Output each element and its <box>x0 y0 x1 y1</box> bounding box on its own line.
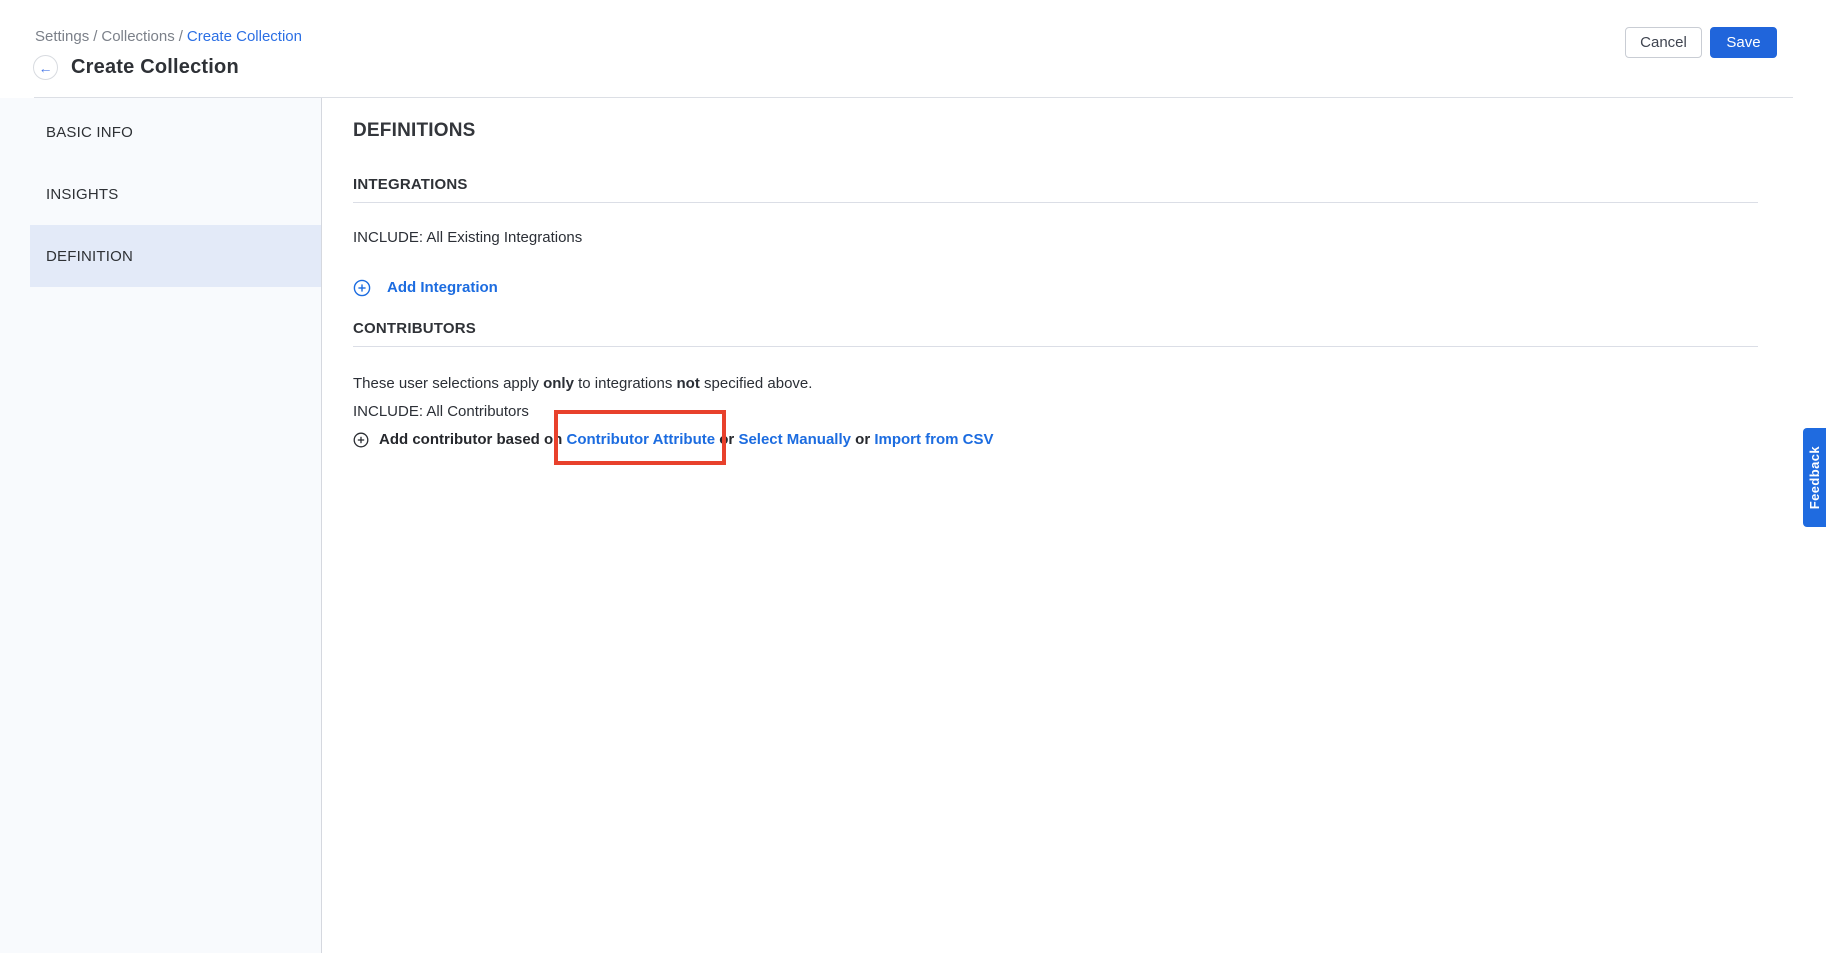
add-integration-label: Add Integration <box>387 279 498 297</box>
contributors-section-label: CONTRIBUTORS <box>353 319 1758 339</box>
contributors-divider <box>353 346 1758 347</box>
or-separator: or <box>851 431 874 448</box>
breadcrumb-current[interactable]: Create Collection <box>187 28 302 45</box>
add-contributor-row: Add contributor based on Contributor Att… <box>353 431 1758 449</box>
note-bold-not: not <box>677 375 700 392</box>
back-button[interactable]: ← <box>33 55 58 80</box>
or-separator: or <box>715 431 738 448</box>
breadcrumb-separator: / <box>89 28 101 45</box>
note-text: specified above. <box>700 375 813 392</box>
sidebar: BASIC INFO INSIGHTS DEFINITION <box>0 98 322 953</box>
contributor-attribute-link[interactable]: Contributor Attribute <box>567 431 716 448</box>
note-bold-only: only <box>543 375 574 392</box>
breadcrumb-collections[interactable]: Collections <box>101 28 174 45</box>
integrations-divider <box>353 202 1758 203</box>
title-row: ← Create Collection <box>33 55 239 80</box>
add-integration-button[interactable]: Add Integration <box>353 279 1758 297</box>
sidebar-item-insights[interactable]: INSIGHTS <box>30 163 321 225</box>
sidebar-item-definition[interactable]: DEFINITION <box>30 225 321 287</box>
breadcrumb-separator: / <box>175 28 187 45</box>
plus-circle-icon <box>353 432 369 448</box>
note-text: to integrations <box>574 375 677 392</box>
feedback-tab[interactable]: Feedback <box>1803 428 1826 527</box>
plus-circle-icon <box>353 279 371 297</box>
breadcrumb: Settings/Collections/Create Collection <box>35 28 302 45</box>
contributors-include-line: INCLUDE: All Contributors <box>353 403 1758 421</box>
page-header: Settings/Collections/Create Collection ←… <box>0 0 1826 98</box>
definitions-heading: DEFINITIONS <box>353 120 1758 142</box>
select-manually-link[interactable]: Select Manually <box>738 431 851 448</box>
contributors-note: These user selections apply only to inte… <box>353 375 1758 393</box>
sidebar-item-basic-info[interactable]: BASIC INFO <box>30 101 321 163</box>
breadcrumb-settings[interactable]: Settings <box>35 28 89 45</box>
cancel-button[interactable]: Cancel <box>1625 27 1702 58</box>
import-from-csv-link[interactable]: Import from CSV <box>874 431 993 448</box>
integrations-include-line: INCLUDE: All Existing Integrations <box>353 229 1758 247</box>
contributor-attribute-highlight: Contributor Attribute <box>567 431 716 449</box>
add-contributor-text: Add contributor based on Contributor Att… <box>379 431 994 449</box>
back-arrow-icon: ← <box>39 61 53 75</box>
page-body: BASIC INFO INSIGHTS DEFINITION DEFINITIO… <box>0 98 1826 953</box>
note-text: These user selections apply <box>353 375 543 392</box>
page-title: Create Collection <box>71 56 239 79</box>
save-button[interactable]: Save <box>1710 27 1777 58</box>
main-content: DEFINITIONS INTEGRATIONS INCLUDE: All Ex… <box>322 98 1826 953</box>
integrations-section-label: INTEGRATIONS <box>353 175 1758 195</box>
add-contributor-prefix: Add contributor based on <box>379 431 567 448</box>
header-actions: Cancel Save <box>1625 27 1777 58</box>
feedback-tab-label: Feedback <box>1807 446 1822 509</box>
